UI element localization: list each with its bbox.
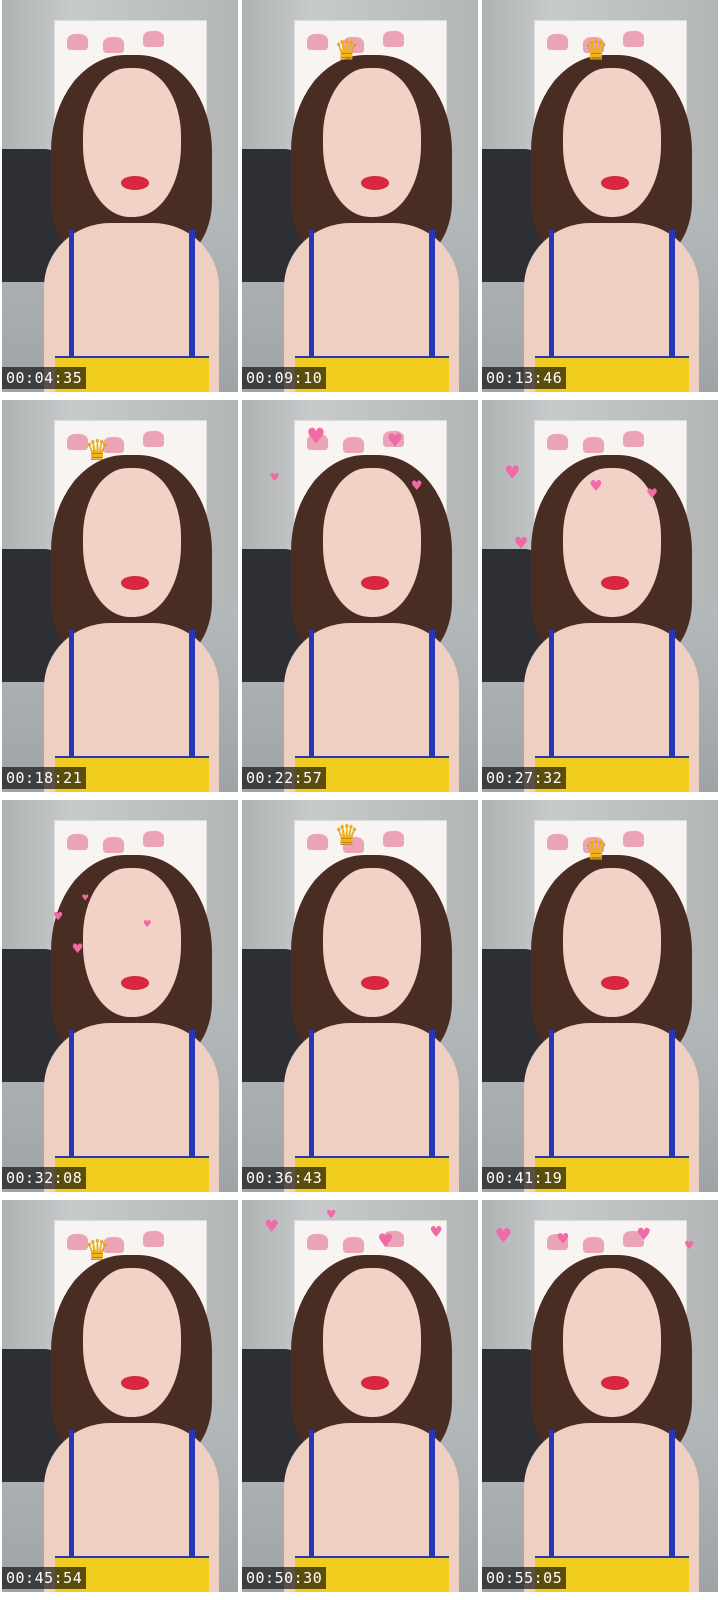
heart-icon: ♥: [378, 1229, 393, 1255]
video-thumbnail: 00:27:32 ♥ ♥ ♥ ♥: [482, 400, 718, 792]
heart-icon: ♥: [505, 460, 519, 486]
heart-icon: ♥: [270, 469, 279, 486]
timestamp-label: 00:41:19: [482, 1167, 567, 1189]
heart-icon: ♥: [82, 893, 89, 905]
heart-icon: ♥: [72, 939, 83, 959]
streamer: [524, 54, 700, 392]
streamer: [284, 1254, 460, 1592]
streamer: [44, 1254, 220, 1592]
crown-icon: ♛: [86, 1228, 108, 1269]
timestamp-label: 00:18:21: [2, 767, 87, 789]
heart-icon: ♥: [411, 476, 422, 496]
timestamp-label: 00:04:35: [2, 367, 87, 389]
heart-icon: ♥: [557, 1229, 569, 1251]
heart-icon: ♥: [647, 484, 657, 504]
heart-icon: ♥: [326, 1206, 336, 1223]
crown-icon: ♛: [585, 28, 607, 69]
crown-icon: ♛: [86, 428, 108, 469]
heart-icon: ♥: [684, 1238, 694, 1255]
timestamp-label: 00:50:30: [242, 1567, 327, 1589]
video-thumbnail: 00:13:46 ♛: [482, 0, 718, 392]
video-thumbnail: 00:18:21 ♛: [2, 400, 238, 792]
timestamp-label: 00:32:08: [2, 1167, 87, 1189]
video-thumbnail: 00:09:10 ♛: [242, 0, 478, 392]
contact-sheet-grid: 00:04:35 00:09:10 ♛ 00:13:46 ♛ 00:18:21 …: [0, 0, 720, 1600]
timestamp-label: 00:09:10: [242, 367, 327, 389]
heart-icon: ♥: [496, 1221, 511, 1250]
streamer: [524, 854, 700, 1192]
video-thumbnail: 00:45:54 ♛: [2, 1200, 238, 1592]
heart-icon: ♥: [265, 1213, 278, 1238]
streamer: [284, 854, 460, 1192]
timestamp-label: 00:13:46: [482, 367, 567, 389]
heart-icon: ♥: [308, 421, 324, 452]
heart-icon: ♥: [515, 531, 528, 556]
heart-icon: ♥: [590, 476, 602, 498]
timestamp-label: 00:22:57: [242, 767, 327, 789]
crown-icon: ♛: [336, 812, 357, 853]
streamer: [44, 54, 220, 392]
streamer: [284, 454, 460, 792]
streamer: [524, 1254, 700, 1592]
heart-icon: ♥: [430, 1221, 442, 1243]
video-thumbnail: 00:04:35: [2, 0, 238, 392]
timestamp-label: 00:36:43: [242, 1167, 327, 1189]
streamer: [44, 854, 220, 1192]
timestamp-label: 00:45:54: [2, 1567, 87, 1589]
timestamp-label: 00:27:32: [482, 767, 567, 789]
streamer: [524, 454, 700, 792]
heart-icon: ♥: [143, 916, 151, 931]
video-thumbnail: 00:55:05 ♥ ♥ ♥ ♥: [482, 1200, 718, 1592]
video-thumbnail: 00:22:57 ♥ ♥ ♥ ♥: [242, 400, 478, 792]
heart-icon: ♥: [637, 1221, 650, 1246]
video-thumbnail: 00:50:30 ♥ ♥ ♥ ♥: [242, 1200, 478, 1592]
video-thumbnail: 00:41:19 ♛: [482, 800, 718, 1192]
crown-icon: ♛: [336, 28, 357, 69]
video-thumbnail: 00:36:43 ♛: [242, 800, 478, 1192]
timestamp-label: 00:55:05: [482, 1567, 567, 1589]
streamer: [284, 54, 460, 392]
heart-icon: ♥: [53, 908, 63, 925]
crown-icon: ♛: [585, 828, 607, 869]
video-thumbnail: 00:32:08 ♥ ♥ ♥ ♥: [2, 800, 238, 1192]
streamer: [44, 454, 220, 792]
heart-icon: ♥: [388, 429, 402, 455]
